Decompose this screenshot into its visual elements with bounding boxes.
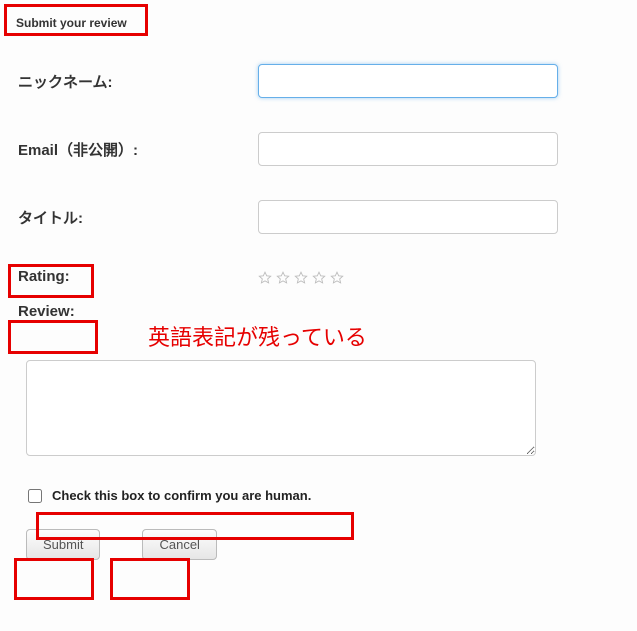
star-icon[interactable] [330, 271, 344, 285]
row-review: Review: [10, 303, 627, 320]
annotation-text: 英語表記が残っている [148, 320, 367, 352]
label-nickname: ニックネーム: [18, 71, 258, 92]
row-title: タイトル: [10, 200, 627, 234]
nickname-input[interactable] [258, 64, 558, 98]
highlight-box [8, 320, 98, 354]
submit-button[interactable]: Submit [26, 529, 100, 560]
form-heading: Submit your review [10, 10, 133, 36]
email-input[interactable] [258, 132, 558, 166]
cancel-button[interactable]: Cancel [142, 529, 216, 560]
label-title: タイトル: [18, 207, 258, 228]
human-checkbox-label: Check this box to confirm you are human. [48, 484, 315, 507]
star-icon[interactable] [312, 271, 326, 285]
highlight-box [110, 558, 190, 600]
button-row: Submit Cancel [26, 529, 627, 560]
row-rating: Rating: [10, 268, 627, 285]
review-textarea[interactable] [26, 360, 536, 456]
label-rating: Rating: [18, 268, 258, 285]
row-nickname: ニックネーム: [10, 64, 627, 98]
highlight-box [14, 558, 94, 600]
human-checkbox[interactable] [28, 489, 42, 503]
star-icon[interactable] [258, 271, 272, 285]
label-review: Review: [18, 303, 258, 320]
label-email: Email（非公開）: [18, 139, 258, 160]
star-icon[interactable] [276, 271, 290, 285]
rating-stars[interactable] [258, 269, 344, 285]
row-email: Email（非公開）: [10, 132, 627, 166]
row-human-check: Check this box to confirm you are human. [28, 484, 627, 507]
star-icon[interactable] [294, 271, 308, 285]
title-input[interactable] [258, 200, 558, 234]
